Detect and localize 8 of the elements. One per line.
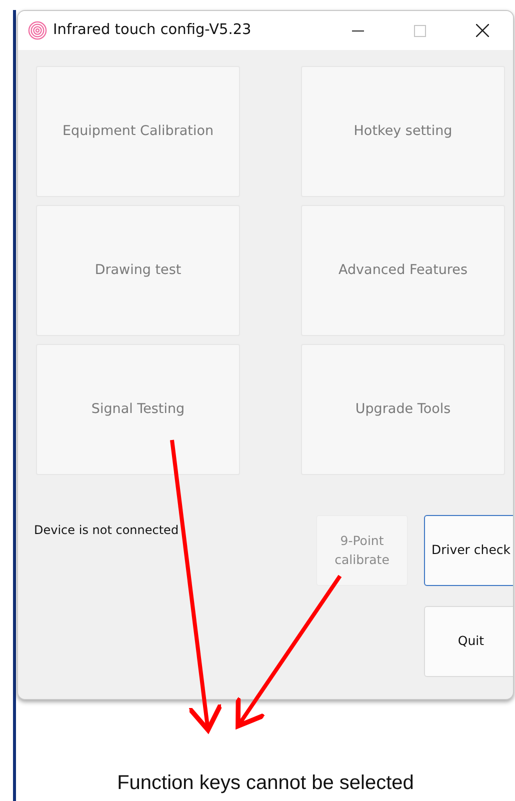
status-text: Device is not connected <box>34 522 180 539</box>
caption: Function keys cannot be selected <box>117 772 414 794</box>
window-title: Infrared touch config-V5.23 <box>53 20 252 40</box>
close-icon <box>476 24 488 37</box>
action-button[interactable]: Driver check <box>424 515 513 586</box>
fingerprint-icon <box>28 21 47 40</box>
action-button[interactable]: Quit <box>424 606 513 677</box>
maximize-icon <box>414 24 426 36</box>
